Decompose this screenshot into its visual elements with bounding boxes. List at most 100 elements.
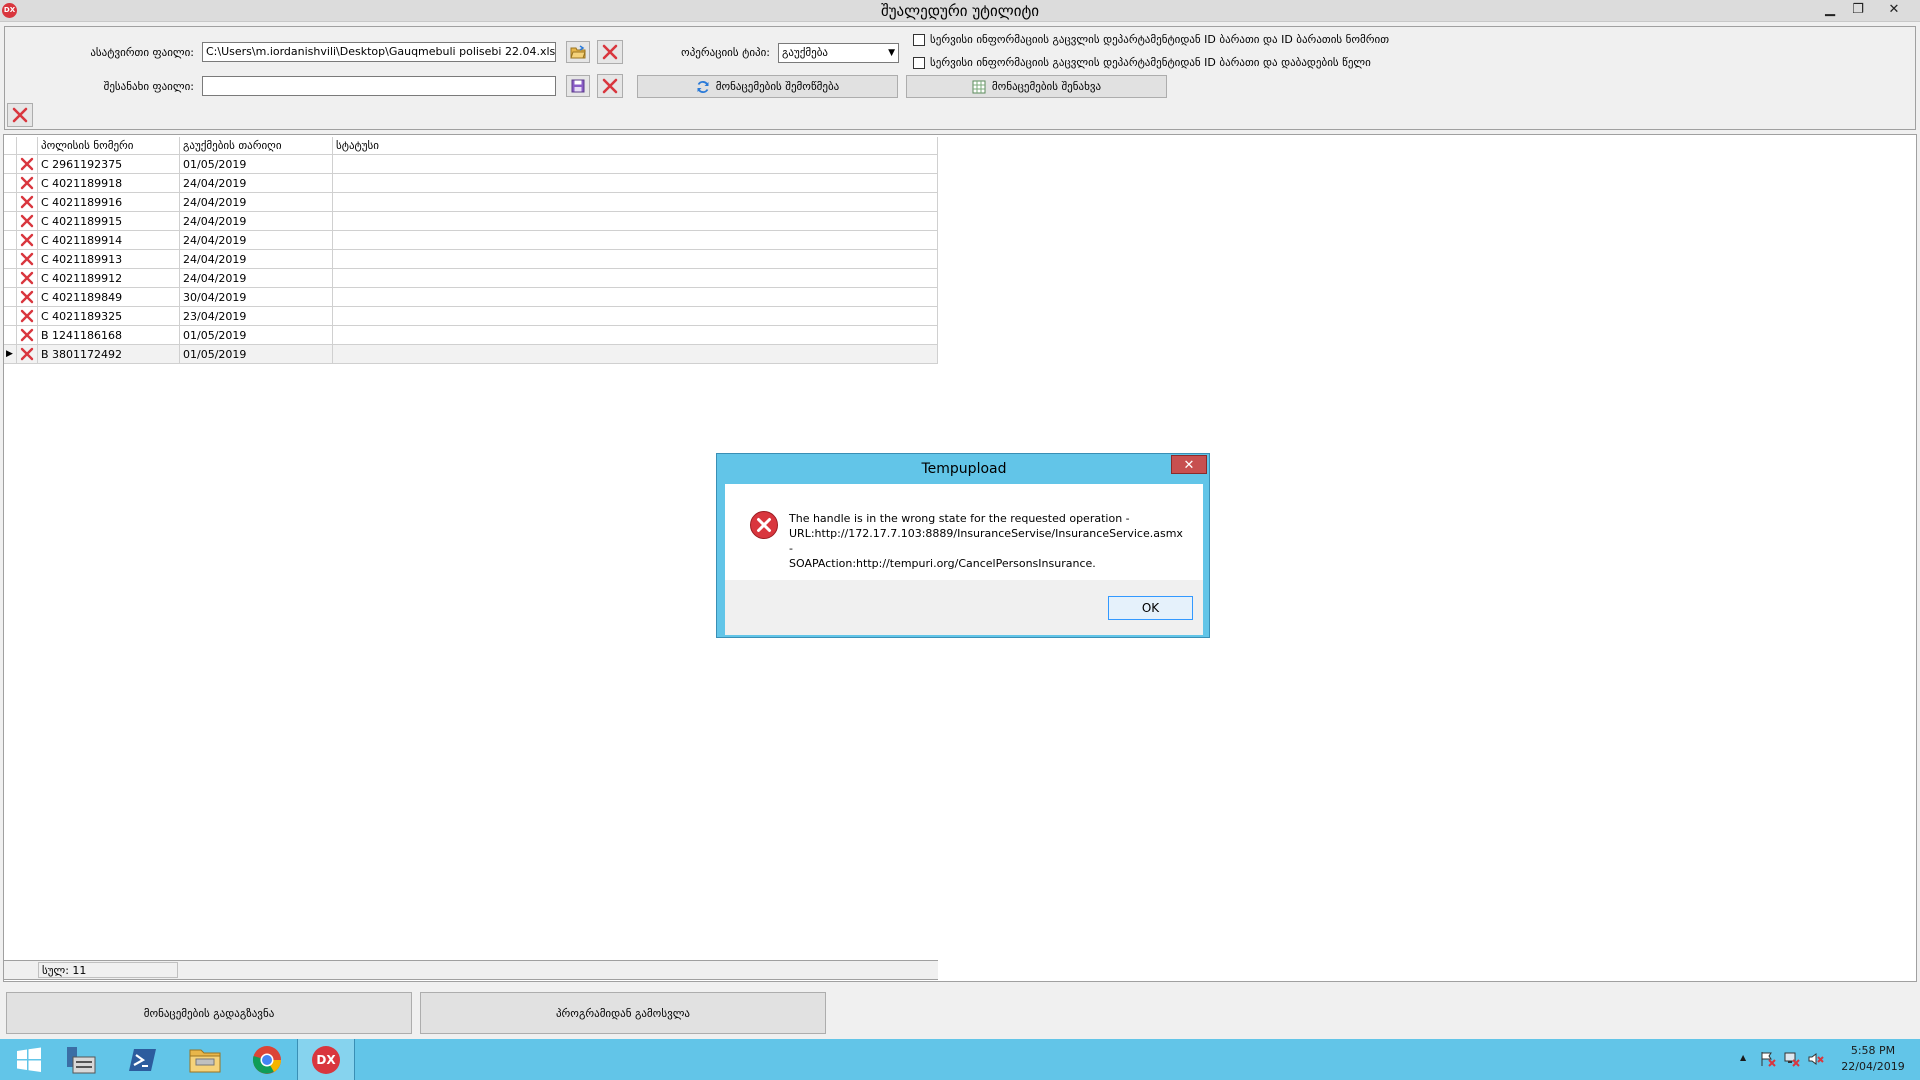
policy-number-cell[interactable]: C 4021189849 (38, 288, 180, 307)
policy-number-cell[interactable]: C 4021189913 (38, 250, 180, 269)
clock-date[interactable]: 22/04/2019 (1838, 1060, 1908, 1073)
delete-row-button[interactable] (17, 212, 38, 231)
chevron-down-icon: ▼ (888, 48, 895, 58)
exit-program-button[interactable]: პროგრამიდან გამოსვლა (420, 992, 826, 1034)
table-row[interactable]: C 4021189918 24/04/2019 (4, 174, 938, 193)
delete-row-button[interactable] (17, 250, 38, 269)
delete-row-button[interactable] (17, 155, 38, 174)
policy-number-cell[interactable]: C 4021189918 (38, 174, 180, 193)
status-cell[interactable] (333, 155, 938, 174)
close-window-button[interactable]: ✕ (1880, 0, 1908, 20)
volume-muted-icon[interactable] (1808, 1051, 1824, 1070)
table-row[interactable]: B 1241186168 01/05/2019 (4, 326, 938, 345)
delete-row-button[interactable] (17, 174, 38, 193)
operation-type-select[interactable]: გაუქმება ▼ (778, 43, 899, 63)
status-cell[interactable] (333, 326, 938, 345)
cancel-date-cell[interactable]: 24/04/2019 (180, 269, 333, 288)
spreadsheet-icon (972, 80, 986, 93)
delete-row-button[interactable] (17, 345, 38, 364)
restore-button[interactable]: ❐ (1844, 0, 1872, 20)
policy-number-cell[interactable]: C 4021189912 (38, 269, 180, 288)
status-cell[interactable] (333, 193, 938, 212)
red-x-icon (602, 44, 618, 60)
status-cell[interactable] (333, 231, 938, 250)
open-file-button[interactable] (566, 41, 590, 63)
cancel-date-cell[interactable]: 24/04/2019 (180, 231, 333, 250)
powershell-taskbar-button[interactable] (114, 1039, 172, 1080)
policy-number-cell[interactable]: B 3801172492 (38, 345, 180, 364)
app-icon[interactable]: DX (2, 3, 17, 18)
policy-number-cell[interactable]: C 4021189915 (38, 212, 180, 231)
clear-save-file-button[interactable] (597, 74, 623, 98)
checkbox-birth-year[interactable] (913, 57, 925, 69)
cancel-date-cell[interactable]: 24/04/2019 (180, 250, 333, 269)
status-cell[interactable] (333, 269, 938, 288)
grid-header-status[interactable]: სტატუსი (333, 137, 938, 155)
status-cell[interactable] (333, 250, 938, 269)
status-cell[interactable] (333, 174, 938, 193)
clear-all-button[interactable] (7, 103, 33, 127)
source-file-input[interactable]: C:\Users\m.iordanishvili\Desktop\Gauqmeb… (202, 42, 556, 62)
dialog-close-button[interactable]: ✕ (1171, 455, 1207, 474)
cancel-date-cell[interactable]: 24/04/2019 (180, 212, 333, 231)
delete-row-button[interactable] (17, 307, 38, 326)
cancel-date-cell[interactable]: 01/05/2019 (180, 326, 333, 345)
delete-row-button[interactable] (17, 193, 38, 212)
action-center-flag-icon[interactable] (1760, 1051, 1776, 1070)
clear-source-file-button[interactable] (597, 40, 623, 64)
grid-header-cancel-date[interactable]: გაუქმების თარიღი (180, 137, 333, 155)
network-icon[interactable] (1784, 1051, 1800, 1070)
minimize-button[interactable]: ▁ (1816, 0, 1844, 20)
table-row[interactable]: C 4021189914 24/04/2019 (4, 231, 938, 250)
policy-number-cell[interactable]: C 4021189916 (38, 193, 180, 212)
cancel-date-cell[interactable]: 24/04/2019 (180, 193, 333, 212)
delete-row-button[interactable] (17, 269, 38, 288)
status-cell[interactable] (333, 307, 938, 326)
save-data-button[interactable]: მონაცემების შენახვა (906, 75, 1167, 98)
dx-app-taskbar-button[interactable]: DX (297, 1039, 355, 1080)
server-manager-taskbar-button[interactable] (52, 1039, 110, 1080)
cancel-date-cell[interactable]: 30/04/2019 (180, 288, 333, 307)
clock-time[interactable]: 5:58 PM (1838, 1044, 1908, 1057)
cancel-date-cell[interactable]: 01/05/2019 (180, 345, 333, 364)
table-row[interactable]: C 4021189849 30/04/2019 (4, 288, 938, 307)
row-indicator (4, 307, 17, 326)
folder-open-icon (570, 45, 586, 59)
delete-row-button[interactable] (17, 326, 38, 345)
operation-type-label: ოპერაციის ტიპი: (681, 46, 770, 59)
policy-number-cell[interactable]: B 1241186168 (38, 326, 180, 345)
table-row[interactable]: C 4021189325 23/04/2019 (4, 307, 938, 326)
file-explorer-taskbar-button[interactable] (176, 1039, 234, 1080)
status-cell[interactable] (333, 212, 938, 231)
table-row-selected[interactable]: ▶ B 3801172492 01/05/2019 (4, 345, 938, 364)
table-row[interactable]: C 4021189916 24/04/2019 (4, 193, 938, 212)
cancel-date-cell[interactable]: 24/04/2019 (180, 174, 333, 193)
error-message-line2: URL:http://172.17.7.103:8889/InsuranceSe… (789, 527, 1183, 555)
save-file-label: შესანახი ფაილი: (103, 80, 194, 93)
check-data-button[interactable]: მონაცემების შემოწმება (637, 75, 898, 98)
policy-number-cell[interactable]: C 4021189325 (38, 307, 180, 326)
grid-header-policy-number[interactable]: პოლისის ნომერი (38, 137, 180, 155)
table-row[interactable]: C 4021189912 24/04/2019 (4, 269, 938, 288)
chrome-taskbar-button[interactable] (238, 1039, 296, 1080)
cancel-date-cell[interactable]: 23/04/2019 (180, 307, 333, 326)
status-cell[interactable] (333, 288, 938, 307)
table-row[interactable]: C 2961192375 01/05/2019 (4, 155, 938, 174)
operation-type-value: გაუქმება (782, 46, 828, 59)
policy-number-cell[interactable]: C 4021189914 (38, 231, 180, 250)
start-button[interactable] (0, 1039, 58, 1080)
table-row[interactable]: C 4021189915 24/04/2019 (4, 212, 938, 231)
save-file-button[interactable] (566, 75, 590, 97)
cancel-date-cell[interactable]: 01/05/2019 (180, 155, 333, 174)
delete-row-button[interactable] (17, 231, 38, 250)
delete-row-button[interactable] (17, 288, 38, 307)
ok-button[interactable]: OK (1108, 596, 1193, 620)
show-hidden-icons-button[interactable]: ▲ (1740, 1053, 1746, 1062)
policy-number-cell[interactable]: C 2961192375 (38, 155, 180, 174)
checkbox-id-card-number[interactable] (913, 34, 925, 46)
save-file-input[interactable] (202, 76, 556, 96)
row-pointer-icon: ▶ (4, 345, 17, 364)
status-cell[interactable] (333, 345, 938, 364)
table-row[interactable]: C 4021189913 24/04/2019 (4, 250, 938, 269)
upload-data-button[interactable]: მონაცემების გადაგზავნა (6, 992, 412, 1034)
